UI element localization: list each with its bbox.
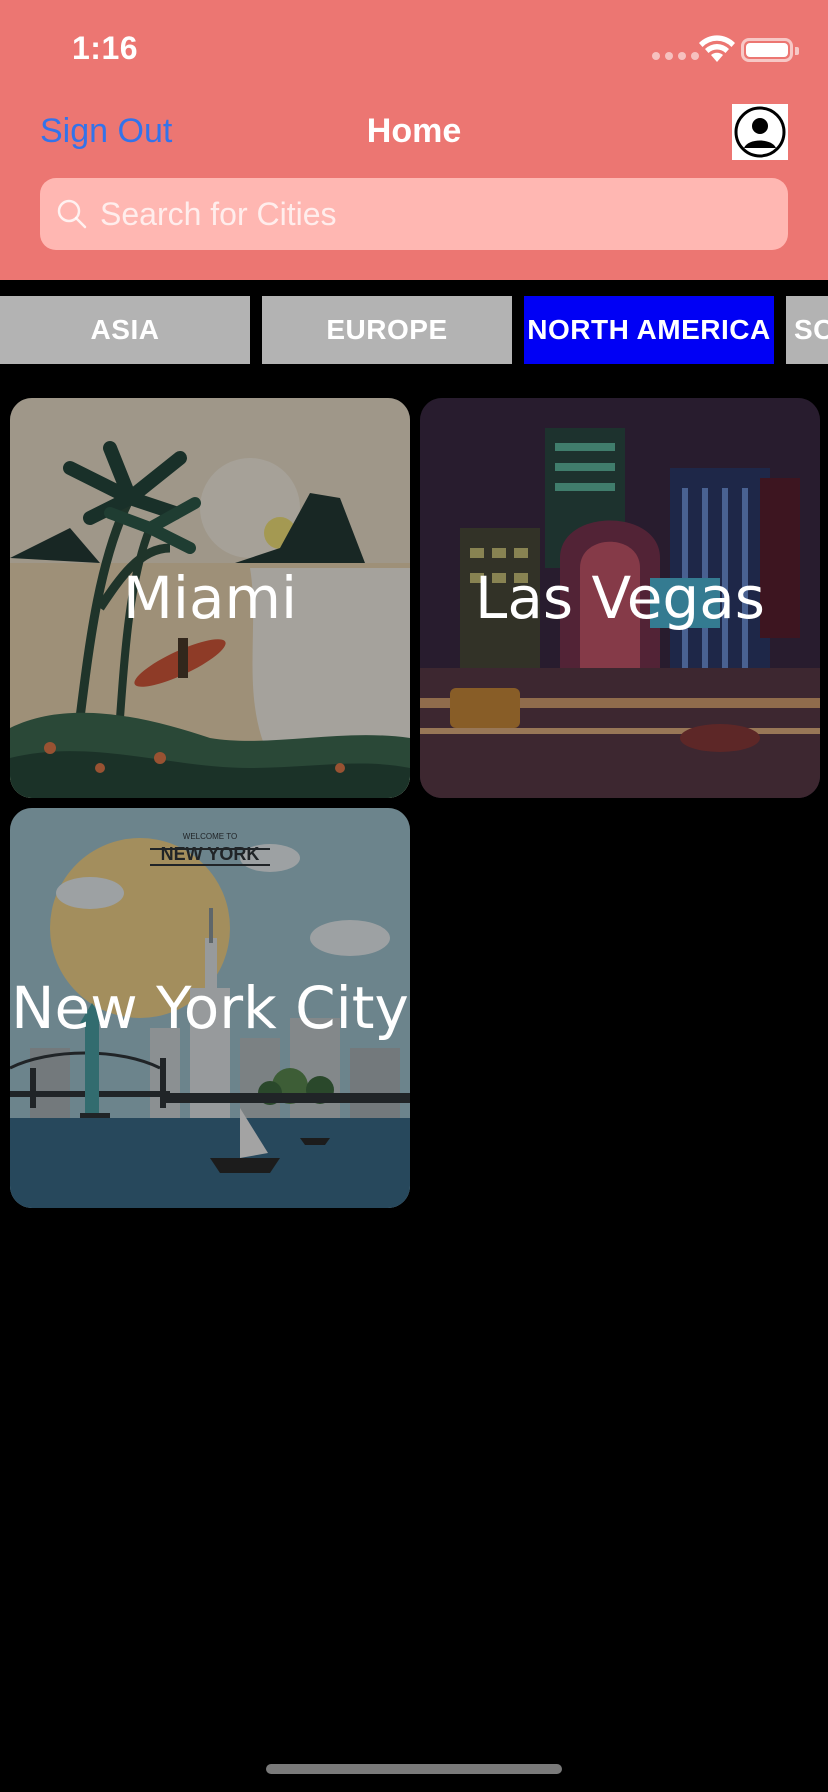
tab-asia[interactable]: ASIA: [0, 296, 250, 364]
city-name: Miami: [122, 564, 298, 632]
cellular-signal-icon: [652, 52, 699, 60]
tab-south-america[interactable]: SO: [786, 296, 828, 364]
city-card-las-vegas[interactable]: Las Vegas: [420, 398, 820, 798]
tab-europe[interactable]: EUROPE: [262, 296, 512, 364]
profile-avatar-button[interactable]: [732, 104, 788, 160]
user-profile-icon: [734, 106, 786, 158]
battery-icon: [741, 38, 799, 62]
home-indicator[interactable]: [266, 1764, 562, 1774]
city-card-new-york-city[interactable]: WELCOME TO NEW YORK New York City: [10, 808, 410, 1208]
city-name: Las Vegas: [475, 564, 765, 632]
city-card-miami[interactable]: Miami: [10, 398, 410, 798]
search-icon: [57, 199, 87, 229]
city-name: New York City: [11, 974, 409, 1042]
tab-north-america[interactable]: NORTH AMERICA: [524, 296, 774, 364]
status-time: 1:16: [72, 30, 139, 66]
search-input[interactable]: [100, 195, 740, 233]
region-tabs: ASIA EUROPE NORTH AMERICA SO: [0, 296, 828, 364]
search-bar[interactable]: [40, 178, 788, 250]
header: 1:16 Sign Out Home: [0, 0, 828, 280]
sign-out-button[interactable]: Sign Out: [40, 112, 172, 151]
wifi-icon: [699, 35, 735, 62]
